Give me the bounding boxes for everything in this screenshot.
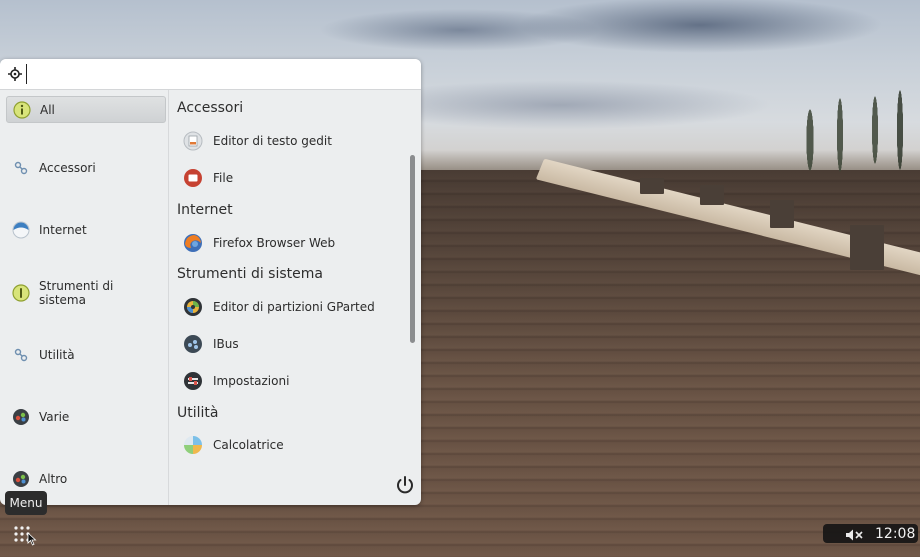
- category-list: All Accessori Internet Strumenti di sist…: [0, 90, 169, 505]
- category-label: Accessori: [39, 161, 96, 175]
- app-item-calcolatrice[interactable]: Calcolatrice: [177, 431, 407, 459]
- app-item-file[interactable]: File: [177, 164, 407, 192]
- info-circle-icon: [13, 100, 31, 119]
- wallpaper-rail-post: [850, 225, 884, 270]
- other-icon: [12, 470, 30, 488]
- app-label: Editor di partizioni GParted: [213, 300, 375, 314]
- ibus-icon: [183, 334, 203, 354]
- mouse-cursor-icon: [27, 531, 37, 546]
- app-label: Firefox Browser Web: [213, 236, 336, 250]
- text-caret: [26, 64, 27, 84]
- application-menu: All Accessori Internet Strumenti di sist…: [0, 59, 421, 505]
- power-button[interactable]: [394, 474, 416, 496]
- category-all[interactable]: All: [6, 96, 166, 123]
- category-label: Internet: [39, 223, 87, 237]
- search-icon: [7, 66, 23, 82]
- section-title: Strumenti di sistema: [177, 266, 323, 282]
- search-bar: [0, 59, 421, 90]
- app-label: File: [213, 171, 234, 185]
- clock[interactable]: 12:08: [875, 526, 915, 542]
- utilities-icon: [12, 346, 30, 364]
- wallpaper-rail-post: [770, 200, 794, 228]
- wallpaper-rail-post: [700, 185, 724, 205]
- category-label: Strumenti di sistema: [39, 279, 114, 307]
- app-label: Impostazioni: [213, 374, 290, 388]
- category-accessori[interactable]: Accessori: [6, 155, 164, 181]
- category-label: Utilità: [39, 348, 75, 362]
- application-list: Accessori Editor di testo gedit File Int…: [169, 90, 421, 505]
- app-item-ibus[interactable]: IBus: [177, 330, 407, 358]
- power-icon: [394, 476, 416, 500]
- app-label: Calcolatrice: [213, 438, 284, 452]
- section-title: Accessori: [177, 100, 244, 116]
- misc-icon: [12, 408, 30, 426]
- category-utilita[interactable]: Utilità: [6, 342, 164, 368]
- gedit-icon: [183, 131, 203, 151]
- system-tools-icon: [12, 284, 30, 302]
- settings-icon: [183, 371, 203, 391]
- category-internet[interactable]: Internet: [6, 217, 164, 243]
- category-strumenti[interactable]: Strumenti di sistema: [6, 279, 164, 307]
- app-label: Editor di testo gedit: [213, 134, 332, 148]
- wallpaper-grass: [780, 60, 920, 190]
- app-item-gparted[interactable]: Editor di partizioni GParted: [177, 293, 407, 321]
- files-icon: [183, 168, 203, 188]
- category-label: Altro: [39, 472, 68, 486]
- application-list-scrollbar[interactable]: [410, 155, 415, 343]
- globe-icon: [12, 221, 30, 239]
- category-varie[interactable]: Varie: [6, 404, 164, 430]
- volume-muted-icon[interactable]: [845, 527, 865, 541]
- category-label: All: [40, 102, 55, 117]
- section-title: Internet: [177, 202, 233, 218]
- wallpaper-rail-post: [640, 178, 664, 194]
- gparted-icon: [183, 297, 203, 317]
- accessories-icon: [12, 159, 30, 177]
- category-altro[interactable]: Altro: [6, 466, 164, 492]
- app-item-impostazioni[interactable]: Impostazioni: [177, 367, 407, 395]
- app-label: IBus: [213, 337, 239, 351]
- calculator-icon: [183, 435, 203, 455]
- app-item-gedit[interactable]: Editor di testo gedit: [177, 127, 407, 155]
- search-input[interactable]: [26, 63, 413, 85]
- section-title: Utilità: [177, 405, 219, 421]
- category-label: Varie: [39, 410, 70, 424]
- menu-tooltip: Menu: [5, 491, 47, 515]
- app-item-firefox[interactable]: Firefox Browser Web: [177, 229, 407, 257]
- system-tray: 12:08: [823, 524, 918, 543]
- firefox-icon: [183, 233, 203, 253]
